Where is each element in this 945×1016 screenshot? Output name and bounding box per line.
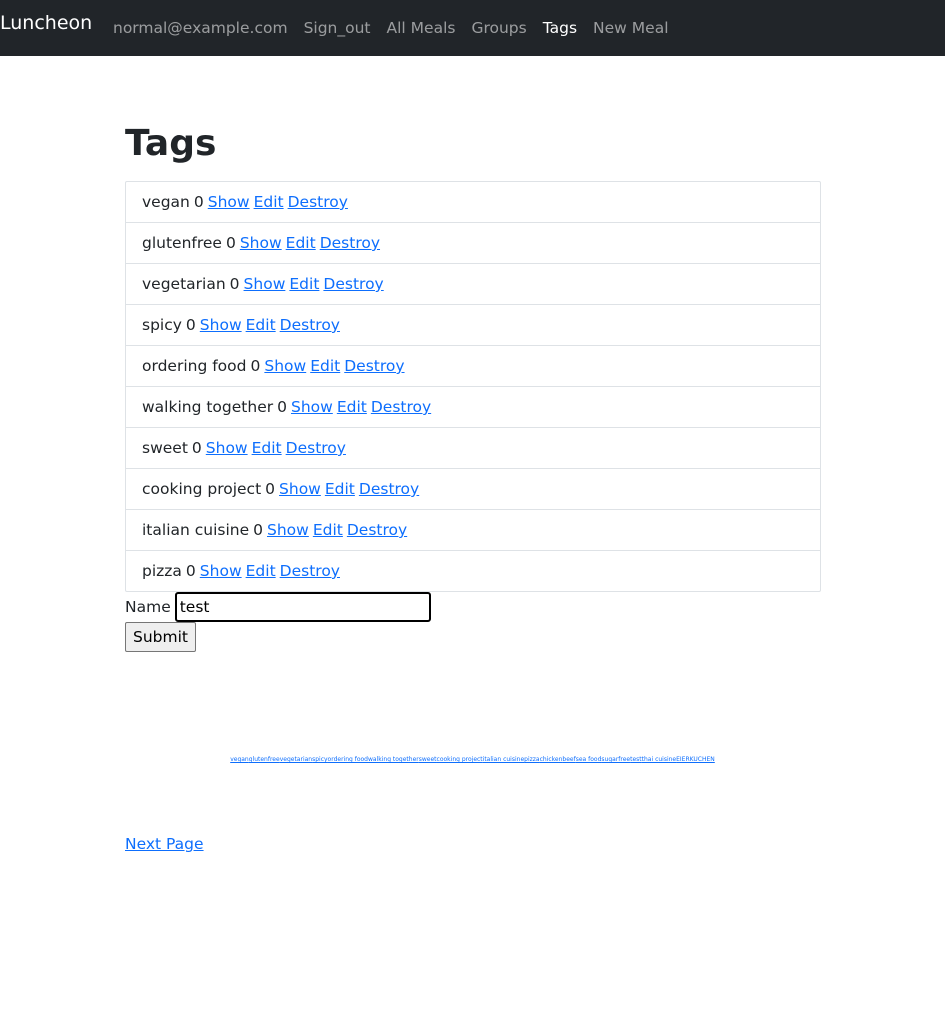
tag-count: 0 xyxy=(277,398,287,416)
tag-row: italian cuisine 0 Show Edit Destroy xyxy=(126,509,820,550)
tag-cloud-link[interactable]: sugarfree xyxy=(601,756,630,763)
tag-cloud-link[interactable]: chicken xyxy=(540,756,563,763)
show-link[interactable]: Show xyxy=(279,480,321,498)
tag-row: vegetarian 0 Show Edit Destroy xyxy=(126,263,820,304)
edit-link[interactable]: Edit xyxy=(310,357,340,375)
tag-name: sweet xyxy=(142,439,188,457)
tag-count: 0 xyxy=(225,234,236,252)
edit-link[interactable]: Edit xyxy=(286,234,316,252)
edit-link[interactable]: Edit xyxy=(246,562,276,580)
tag-cloud-link[interactable]: glutenfree xyxy=(249,756,280,763)
tag-cloud-link[interactable]: EIERKUCHEN xyxy=(676,756,715,763)
destroy-link[interactable]: Destroy xyxy=(288,193,348,211)
destroy-link[interactable]: Destroy xyxy=(280,562,340,580)
tag-name: vegan xyxy=(142,193,190,211)
tag-name: italian cuisine xyxy=(142,521,250,539)
nav-link-all-meals[interactable]: All Meals xyxy=(387,17,456,39)
edit-link[interactable]: Edit xyxy=(325,480,355,498)
edit-link[interactable]: Edit xyxy=(254,193,284,211)
tag-cloud-link[interactable]: sweet xyxy=(419,756,437,763)
tag-name: spicy xyxy=(142,316,182,334)
main-container: Tags vegan 0 Show Edit Destroy glutenfree 0 Sho… xyxy=(125,122,821,652)
edit-link[interactable]: Edit xyxy=(252,439,282,457)
tag-cloud-link[interactable]: beef xyxy=(562,756,575,763)
tag-count: 0 xyxy=(253,521,264,539)
nav-link-groups[interactable]: Groups xyxy=(471,17,526,39)
tag-row: pizza 0 Show Edit Destroy xyxy=(126,550,820,591)
tag-form: Name xyxy=(125,592,821,622)
tag-cloud-link[interactable]: sea food xyxy=(576,756,602,763)
tag-cloud-link[interactable]: test xyxy=(630,756,642,763)
tag-count: 0 xyxy=(193,193,204,211)
nav-link-sign-out[interactable]: Sign_out xyxy=(304,17,371,39)
tag-count: 0 xyxy=(191,439,202,457)
tag-row: vegan 0 Show Edit Destroy xyxy=(126,182,820,222)
tag-row: glutenfree 0 Show Edit Destroy xyxy=(126,222,820,263)
destroy-link[interactable]: Destroy xyxy=(323,275,383,293)
tag-list: vegan 0 Show Edit Destroy glutenfree 0 Show Edit… xyxy=(125,181,821,592)
tag-count: 0 xyxy=(185,316,196,334)
tag-count: 0 xyxy=(229,275,240,293)
edit-link[interactable]: Edit xyxy=(246,316,276,334)
show-link[interactable]: Show xyxy=(264,357,306,375)
tag-cloud-link[interactable]: walking together xyxy=(368,756,419,763)
nav-link-account[interactable]: normal@example.com xyxy=(113,17,288,39)
tag-name: walking together xyxy=(142,398,274,416)
tag-name: pizza xyxy=(142,562,182,580)
destroy-link[interactable]: Destroy xyxy=(286,439,346,457)
navbar: Luncheon normal@example.com Sign_out All… xyxy=(0,0,945,56)
submit-button[interactable]: Submit xyxy=(125,622,196,652)
page-title: Tags xyxy=(125,123,217,164)
destroy-link[interactable]: Destroy xyxy=(371,398,431,416)
tag-cloud-link[interactable]: cooking project xyxy=(437,756,483,763)
brand-link[interactable]: Luncheon xyxy=(0,10,92,36)
tag-row: sweet 0 Show Edit Destroy xyxy=(126,427,820,468)
destroy-link[interactable]: Destroy xyxy=(344,357,404,375)
show-link[interactable]: Show xyxy=(244,275,286,293)
tag-cloud-link[interactable]: spicy xyxy=(312,756,327,763)
tag-count: 0 xyxy=(250,357,261,375)
destroy-link[interactable]: Destroy xyxy=(359,480,419,498)
tag-name: glutenfree xyxy=(142,234,222,252)
tag-cloud-link[interactable]: vegetarian xyxy=(280,756,312,763)
tag-cloud-link[interactable]: pizza xyxy=(524,756,539,763)
tag-row: cooking project 0 Show Edit Destroy xyxy=(126,468,820,509)
edit-link[interactable]: Edit xyxy=(289,275,319,293)
tag-count: 0 xyxy=(265,480,276,498)
name-label: Name xyxy=(125,598,171,616)
tag-cloud-link[interactable]: vegan xyxy=(230,756,249,763)
name-input[interactable] xyxy=(174,592,431,622)
edit-link[interactable]: Edit xyxy=(313,521,343,539)
destroy-link[interactable]: Destroy xyxy=(280,316,340,334)
show-link[interactable]: Show xyxy=(240,234,282,252)
tag-row: ordering food 0 Show Edit Destroy xyxy=(126,345,820,386)
nav-links: normal@example.com Sign_out All Meals Gr… xyxy=(113,17,685,39)
next-page-link[interactable]: Next Page xyxy=(125,833,204,855)
tag-cloud-link[interactable]: ordering food xyxy=(328,756,368,763)
destroy-link[interactable]: Destroy xyxy=(320,234,380,252)
show-link[interactable]: Show xyxy=(200,562,242,580)
tag-cloud-link[interactable]: italian cuisine xyxy=(483,756,524,763)
show-link[interactable]: Show xyxy=(206,439,248,457)
show-link[interactable]: Show xyxy=(208,193,250,211)
destroy-link[interactable]: Destroy xyxy=(347,521,407,539)
show-link[interactable]: Show xyxy=(267,521,309,539)
tag-name: ordering food xyxy=(142,357,247,375)
nav-link-tags[interactable]: Tags xyxy=(543,17,577,39)
tag-name: cooking project xyxy=(142,480,262,498)
tag-row: spicy 0 Show Edit Destroy xyxy=(126,304,820,345)
tag-name: vegetarian xyxy=(142,275,226,293)
nav-link-new-meal[interactable]: New Meal xyxy=(593,17,668,39)
tag-row: walking together 0 Show Edit Destroy xyxy=(126,386,820,427)
edit-link[interactable]: Edit xyxy=(337,398,367,416)
show-link[interactable]: Show xyxy=(291,398,333,416)
tag-cloud-link[interactable]: thai cuisine xyxy=(642,756,676,763)
tag-cloud: veganglutenfreevegetarianspicyordering f… xyxy=(0,755,945,764)
tag-count: 0 xyxy=(185,562,196,580)
show-link[interactable]: Show xyxy=(200,316,242,334)
